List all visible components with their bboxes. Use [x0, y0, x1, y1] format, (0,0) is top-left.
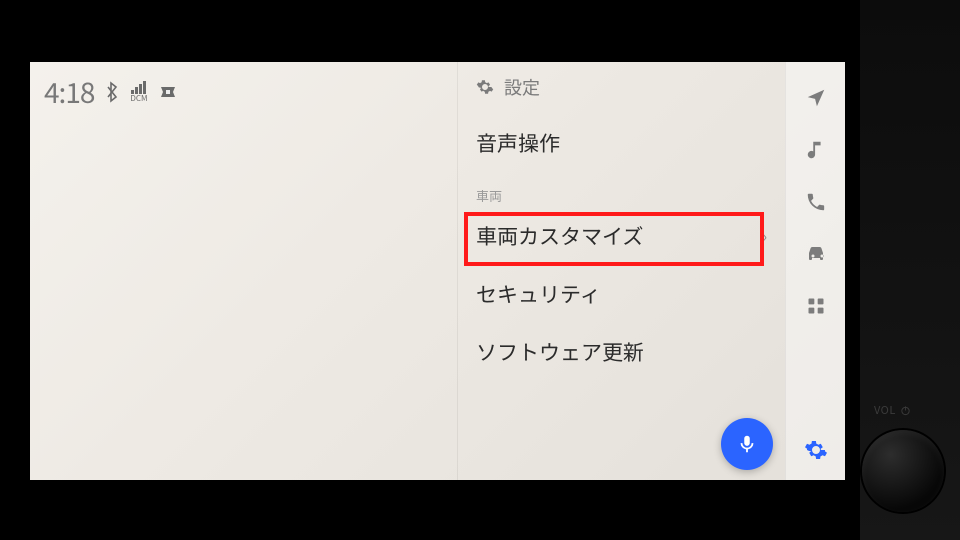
settings-panel: 設定 音声操作 車両 車両カスタマイズ › セキュリティ ソフトウェア更新 [457, 62, 785, 480]
settings-header: 設定 [458, 74, 785, 114]
gear-icon [476, 78, 494, 96]
microphone-icon [736, 433, 758, 455]
car-icon [804, 242, 828, 266]
navigation-arrow-icon [805, 87, 827, 109]
dcm-signal-icon: DCM [130, 81, 147, 103]
physical-dashboard: VOL [860, 0, 960, 540]
menu-item-voice[interactable]: 音声操作 [458, 114, 785, 172]
clock: 4:18 [44, 72, 94, 112]
nav-item-navigation[interactable] [794, 76, 838, 120]
menu-item-label: ソフトウェア更新 [476, 337, 644, 367]
section-label-vehicle: 車両 [458, 172, 785, 207]
power-icon [900, 405, 911, 416]
content-area-blank [30, 62, 457, 480]
menu-item-label: セキュリティ [476, 279, 601, 309]
dcm-label: DCM [130, 95, 147, 103]
chevron-right-icon: › [762, 226, 767, 247]
display-screen: 4:18 DCM 設定 音声操作 車両 車両カスタマイズ › セキ [30, 62, 845, 480]
gear-icon [804, 438, 828, 462]
apps-grid-icon [806, 296, 826, 316]
settings-title: 設定 [504, 74, 540, 100]
volume-power-label: VOL [874, 402, 911, 418]
nav-item-settings[interactable] [794, 428, 838, 472]
menu-item-label: 音声操作 [476, 128, 560, 158]
menu-item-vehicle-customize[interactable]: 車両カスタマイズ › [458, 207, 785, 265]
bluetooth-icon [104, 81, 120, 103]
nav-item-vehicle[interactable] [794, 232, 838, 276]
nav-item-music[interactable] [794, 128, 838, 172]
volume-knob[interactable] [862, 430, 944, 512]
status-bar: 4:18 DCM [44, 72, 178, 112]
dashcam-icon [158, 84, 178, 100]
voice-assistant-button[interactable] [721, 418, 773, 470]
nav-item-phone[interactable] [794, 180, 838, 224]
music-note-icon [805, 139, 827, 161]
menu-item-software-update[interactable]: ソフトウェア更新 [458, 323, 785, 381]
nav-item-apps[interactable] [794, 284, 838, 328]
menu-item-label: 車両カスタマイズ [476, 221, 643, 251]
nav-rail [785, 62, 845, 480]
menu-item-security[interactable]: セキュリティ [458, 265, 785, 323]
vol-text: VOL [874, 402, 896, 418]
phone-icon [805, 191, 827, 213]
